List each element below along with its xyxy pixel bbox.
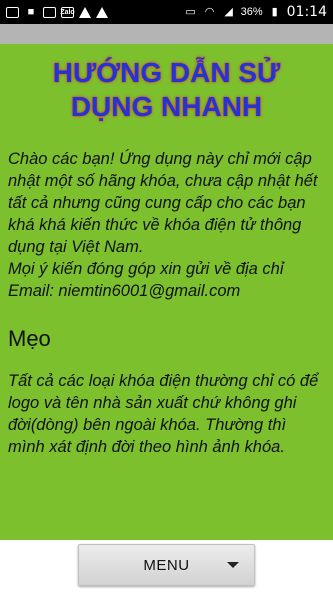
system-icons: ▭ ◠ ◢ 36% ▮ 01:14 xyxy=(184,4,327,20)
menu-label: MENU xyxy=(143,556,190,574)
video-icon: ■ xyxy=(27,5,35,18)
battery-icon: ▮ xyxy=(271,5,278,18)
chat-icon xyxy=(43,6,56,18)
page-title: HƯỚNG DẪN SỬ DỤNG NHANH xyxy=(52,57,281,122)
email-icon xyxy=(6,6,19,18)
zalo-icon: Zalo xyxy=(60,6,75,18)
intro-text: Chào các bạn! Ứng dụng này chỉ mới cập n… xyxy=(8,150,318,256)
app-bar xyxy=(0,24,333,44)
notification-icons: ■ Zalo xyxy=(6,6,108,18)
warning-icon xyxy=(79,6,91,18)
status-bar: ■ Zalo ▭ ◠ ◢ 36% ▮ 01:14 xyxy=(0,0,333,24)
signal-icon: ◢ xyxy=(224,5,233,18)
tips-heading: Mẹo xyxy=(8,326,51,351)
contact-text: Mọi ý kiến đóng góp xin gửi về địa chỉ E… xyxy=(8,260,284,300)
cast-icon: ▭ xyxy=(185,5,196,18)
guide-content[interactable]: HƯỚNG DẪN SỬ DỤNG NHANH Chào các bạn! Ứn… xyxy=(0,44,333,540)
tip-text: Tất cả các loại khóa điện thường chỉ có … xyxy=(8,372,319,456)
battery-percent: 36% xyxy=(240,6,263,18)
wifi-icon: ◠ xyxy=(204,5,215,18)
warning-icon xyxy=(96,6,108,18)
clock: 01:14 xyxy=(286,4,327,20)
dropdown-arrow-icon xyxy=(227,562,239,568)
menu-dropdown[interactable]: MENU xyxy=(78,544,255,586)
